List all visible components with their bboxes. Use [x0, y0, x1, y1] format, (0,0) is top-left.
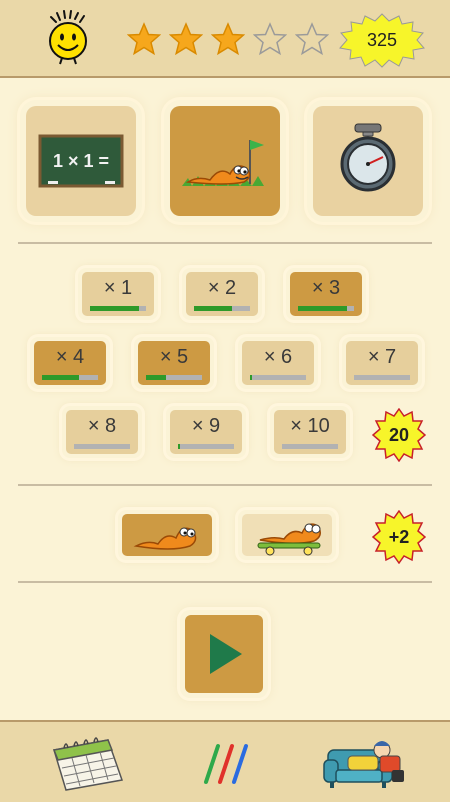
- progress-bar: [298, 306, 354, 311]
- bonus-value: +2: [388, 526, 410, 547]
- progress-bar: [250, 375, 306, 380]
- progress-fill: [42, 375, 79, 380]
- smiley-face-icon[interactable]: [40, 10, 96, 66]
- top-bar: 325: [0, 0, 450, 78]
- star-empty-icon: [294, 22, 330, 56]
- times-table-tile[interactable]: × 8: [62, 406, 142, 458]
- star-filled-icon: [168, 22, 204, 56]
- times-table-label: × 8: [87, 415, 117, 437]
- times-table-tile[interactable]: × 3: [286, 268, 366, 320]
- worm-skateboard-option[interactable]: [238, 510, 336, 560]
- star-filled-icon: [210, 22, 246, 56]
- progress-bar: [194, 306, 250, 311]
- crayons-icon[interactable]: [198, 740, 252, 791]
- times-table-label: × 9: [191, 415, 221, 437]
- times-table-tile[interactable]: × 9: [166, 406, 246, 458]
- progress-fill: [178, 444, 181, 449]
- times-table-label: × 3: [311, 277, 341, 299]
- play-button[interactable]: [180, 610, 268, 698]
- score-badge: 325: [337, 12, 427, 68]
- times-table-label: × 2: [207, 277, 237, 299]
- score-value: 325: [366, 29, 398, 50]
- times-table-label: × 10: [290, 415, 330, 437]
- play-icon: [210, 634, 242, 674]
- progress-fill: [298, 306, 348, 311]
- mode-multiplication-button[interactable]: 1 × 1 =: [20, 100, 142, 222]
- couch-icon[interactable]: [322, 730, 408, 797]
- times-table-label: × 1: [103, 277, 133, 299]
- progress-bar: [146, 375, 202, 380]
- progress-bar: [74, 444, 130, 449]
- worm-plain-option[interactable]: [118, 510, 216, 560]
- times-table-label: × 5: [159, 346, 189, 368]
- times-table-tile[interactable]: × 4: [30, 337, 110, 389]
- times-table-label: × 4: [55, 346, 85, 368]
- calendar-icon[interactable]: [50, 730, 126, 797]
- worm-icon: [133, 527, 197, 550]
- times-table-tile[interactable]: × 6: [238, 337, 318, 389]
- times-table-tile[interactable]: × 5: [134, 337, 214, 389]
- mode-worm-race-button[interactable]: [164, 100, 286, 222]
- progress-bar: [178, 444, 234, 449]
- times-table-tile[interactable]: × 10: [270, 406, 350, 458]
- times-table-label: × 6: [263, 346, 293, 368]
- times-table-label: × 7: [367, 346, 397, 368]
- progress-bar: [282, 444, 338, 449]
- mode-stopwatch-button[interactable]: [307, 100, 429, 222]
- star-empty-icon: [252, 22, 288, 56]
- bonus-badge: +2: [372, 510, 426, 564]
- worm-flag-icon: [182, 140, 264, 186]
- tables-count-value: 20: [388, 424, 410, 445]
- times-table-tile[interactable]: × 7: [342, 337, 422, 389]
- progress-bar: [354, 375, 410, 380]
- progress-bar: [42, 375, 98, 380]
- progress-bar: [90, 306, 146, 311]
- times-table-tile[interactable]: × 1: [78, 268, 158, 320]
- progress-fill: [146, 375, 166, 380]
- divider: [18, 581, 432, 583]
- progress-fill: [194, 306, 233, 311]
- divider: [18, 484, 432, 486]
- stopwatch-icon: [340, 123, 396, 192]
- tables-count-badge: 20: [372, 408, 426, 462]
- divider: [18, 242, 432, 244]
- progress-fill: [90, 306, 140, 311]
- bottom-bar: [0, 720, 450, 802]
- progress-fill: [250, 375, 253, 380]
- times-table-tile[interactable]: × 2: [182, 268, 262, 320]
- star-filled-icon: [126, 22, 162, 56]
- worm-skateboard-icon: [257, 523, 321, 556]
- chalkboard-text: 1 × 1 =: [53, 151, 109, 171]
